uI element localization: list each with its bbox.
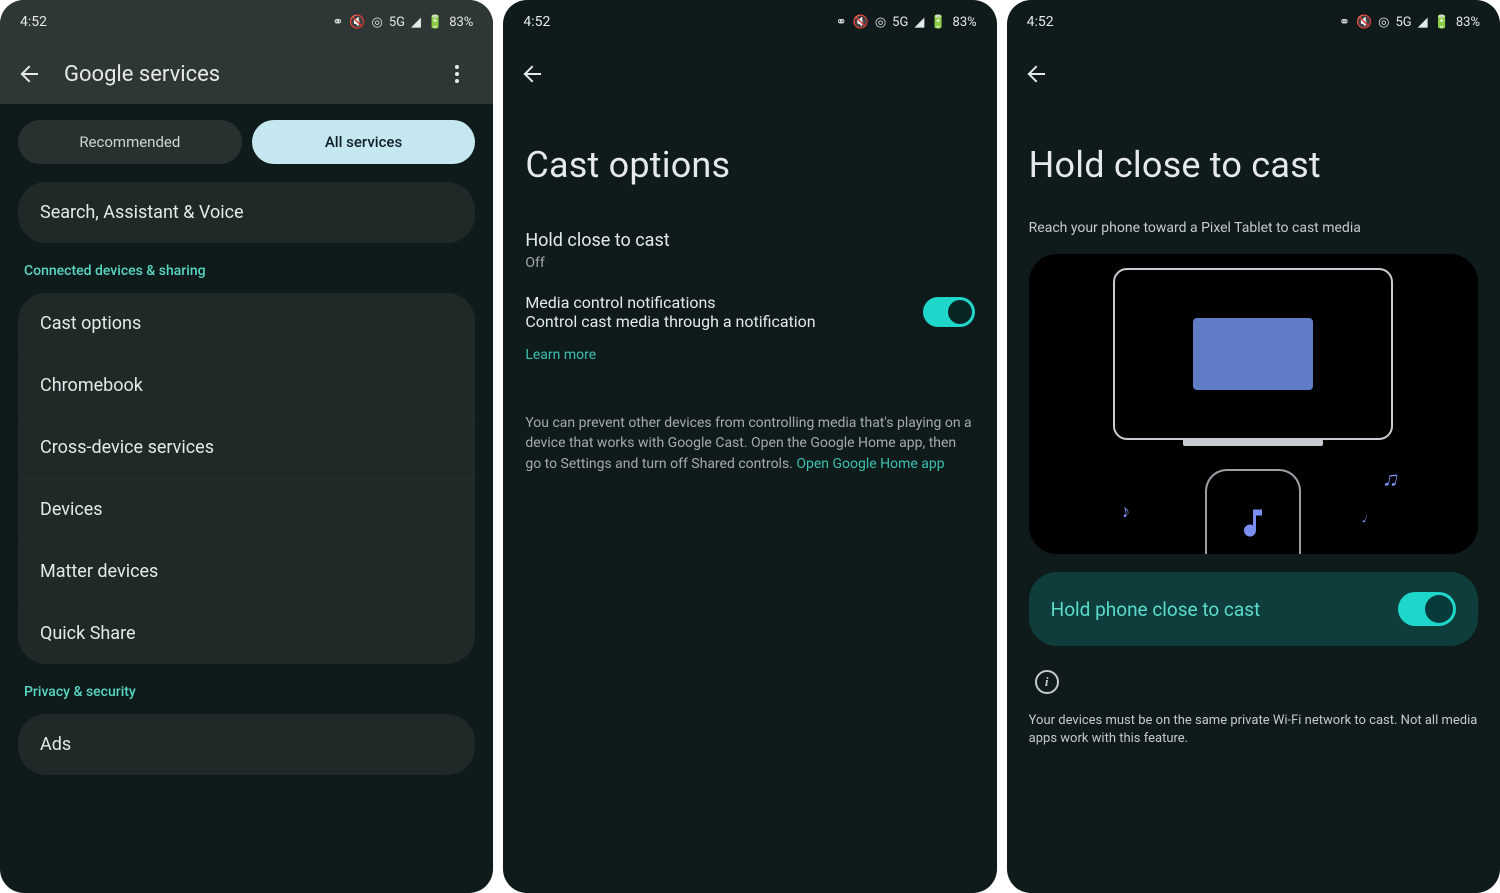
info-row: i	[1029, 670, 1478, 694]
item-devices[interactable]: Devices	[18, 479, 475, 541]
screen-hold-close-to-cast: 4:52 ⚭ 🔇 ◎ 5G ◢ 🔋 83% Hold close to cast…	[1007, 0, 1500, 893]
app-bar	[1007, 44, 1500, 104]
status-icons: ⚭ 🔇 ◎ 5G ◢ 🔋 83%	[836, 15, 977, 30]
content-area: Hold close to cast Reach your phone towa…	[1007, 104, 1500, 893]
item-ads[interactable]: Ads	[18, 714, 475, 775]
setting-subtitle: Control cast media through a notificatio…	[525, 312, 906, 331]
tablet-screen	[1193, 318, 1313, 390]
media-notifications-switch[interactable]	[923, 297, 975, 327]
item-quick-share[interactable]: Quick Share	[18, 603, 475, 664]
music-icon	[1232, 502, 1274, 544]
hotspot-icon: ◎	[371, 15, 382, 30]
mute-icon: 🔇	[1356, 15, 1372, 30]
more-vert-icon	[455, 72, 459, 76]
status-time: 4:52	[20, 14, 47, 30]
hold-close-toggle-card[interactable]: Hold phone close to cast	[1029, 572, 1478, 646]
tablet-outline	[1113, 268, 1393, 440]
content-area: Cast options Hold close to cast Off Medi…	[503, 104, 996, 893]
music-note-icon: ♩	[1360, 509, 1379, 529]
battery-icon: 🔋	[427, 15, 443, 30]
hold-close-switch[interactable]	[1398, 592, 1456, 626]
battery-icon: 🔋	[1434, 15, 1450, 30]
arrow-left-icon	[522, 63, 544, 85]
mute-icon: 🔇	[853, 15, 869, 30]
more-button[interactable]	[437, 54, 477, 94]
tab-all-services[interactable]: All services	[252, 120, 476, 164]
music-note-icon: ♫	[1381, 465, 1402, 493]
open-home-app-link[interactable]: Open Google Home app	[796, 456, 944, 472]
screen-google-services: 4:52 ⚭ 🔇 ◎ 5G ◢ 🔋 83% Google services Re…	[0, 0, 493, 893]
privacy-list: Ads	[18, 714, 475, 775]
search-assistant-voice-card[interactable]: Search, Assistant & Voice	[18, 182, 475, 243]
arrow-left-icon	[19, 63, 41, 85]
page-title: Hold close to cast	[1029, 144, 1478, 186]
network-label: 5G	[1395, 15, 1411, 30]
mute-icon: 🔇	[349, 15, 365, 30]
vpn-icon: ⚭	[1339, 15, 1350, 30]
body-text: You can prevent other devices from contr…	[525, 413, 974, 474]
battery-text: 83%	[449, 15, 473, 30]
section-connected-devices: Connected devices & sharing	[24, 263, 473, 279]
status-bar: 4:52 ⚭ 🔇 ◎ 5G ◢ 🔋 83%	[0, 0, 493, 44]
page-title: Google services	[64, 62, 423, 87]
setting-title: Hold close to cast	[525, 230, 974, 251]
back-button[interactable]	[1017, 54, 1057, 94]
status-time: 4:52	[523, 14, 550, 30]
status-icons: ⚭ 🔇 ◎ 5G ◢ 🔋 83%	[1339, 15, 1480, 30]
section-privacy: Privacy & security	[24, 684, 473, 700]
status-time: 4:52	[1027, 14, 1054, 30]
network-label: 5G	[892, 15, 908, 30]
back-button[interactable]	[10, 54, 50, 94]
vpn-icon: ⚭	[836, 15, 847, 30]
learn-more-link[interactable]: Learn more	[525, 347, 596, 363]
battery-text: 83%	[953, 15, 977, 30]
item-cast-options[interactable]: Cast options	[18, 293, 475, 355]
setting-hold-close[interactable]: Hold close to cast Off	[525, 220, 974, 281]
battery-text: 83%	[1456, 15, 1480, 30]
connected-list: Cast options Chromebook Cross-device ser…	[18, 293, 475, 664]
info-icon: i	[1035, 670, 1059, 694]
setting-media-notifications[interactable]: Media control notifications Control cast…	[525, 281, 974, 337]
signal-icon: ◢	[411, 15, 421, 30]
item-chromebook[interactable]: Chromebook	[18, 355, 475, 417]
music-note-icon: ♪	[1119, 500, 1132, 522]
network-label: 5G	[389, 15, 405, 30]
tab-pills: Recommended All services	[18, 120, 475, 164]
setting-title: Media control notifications	[525, 293, 906, 312]
info-text: Your devices must be on the same private…	[1029, 712, 1478, 748]
back-button[interactable]	[513, 54, 553, 94]
page-subtitle: Reach your phone toward a Pixel Tablet t…	[1029, 220, 1478, 236]
battery-icon: 🔋	[930, 15, 946, 30]
status-bar: 4:52 ⚭ 🔇 ◎ 5G ◢ 🔋 83%	[503, 0, 996, 44]
tab-recommended[interactable]: Recommended	[18, 120, 242, 164]
content-area: Recommended All services Search, Assista…	[0, 104, 493, 893]
hotspot-icon: ◎	[875, 15, 886, 30]
vpn-icon: ⚭	[332, 15, 343, 30]
status-icons: ⚭ 🔇 ◎ 5G ◢ 🔋 83%	[332, 15, 473, 30]
app-bar	[503, 44, 996, 104]
arrow-left-icon	[1026, 63, 1048, 85]
toggle-label: Hold phone close to cast	[1051, 598, 1261, 621]
screen-cast-options: 4:52 ⚭ 🔇 ◎ 5G ◢ 🔋 83% Cast options Hold …	[503, 0, 996, 893]
hotspot-icon: ◎	[1378, 15, 1389, 30]
status-bar: 4:52 ⚭ 🔇 ◎ 5G ◢ 🔋 83%	[1007, 0, 1500, 44]
signal-icon: ◢	[1418, 15, 1428, 30]
cast-illustration: ♪ ♫ ♩	[1029, 254, 1478, 554]
page-title: Cast options	[525, 144, 974, 186]
setting-subtitle: Off	[525, 255, 974, 271]
item-matter-devices[interactable]: Matter devices	[18, 541, 475, 603]
app-bar: Google services	[0, 44, 493, 104]
signal-icon: ◢	[914, 15, 924, 30]
item-cross-device[interactable]: Cross-device services	[18, 417, 475, 479]
phone-outline	[1205, 469, 1301, 554]
